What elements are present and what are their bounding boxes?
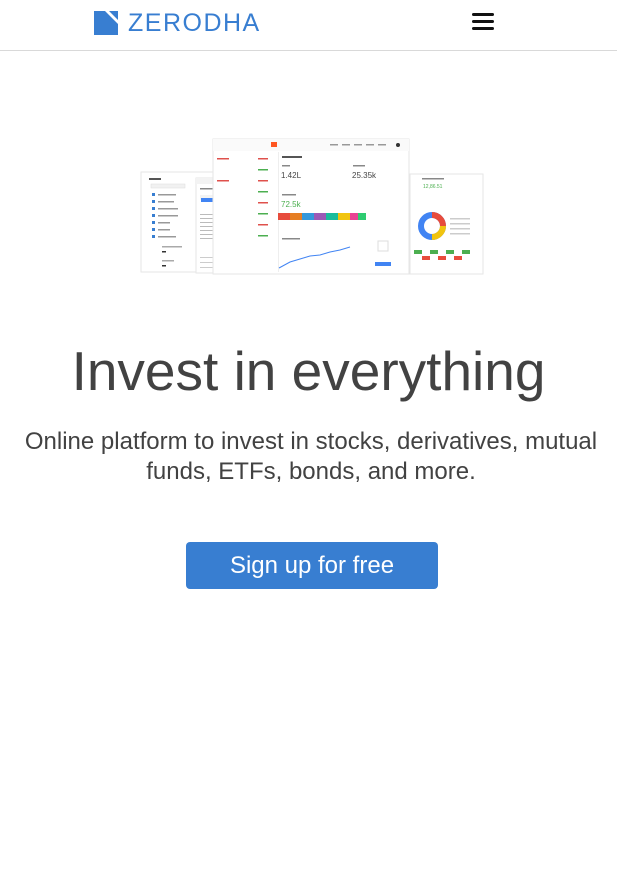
brand-logo[interactable]: ZERODHA [94,9,261,37]
zerodha-logo-icon [94,11,118,35]
hamburger-menu-icon[interactable] [472,13,494,31]
svg-text:72.5k: 72.5k [281,200,302,209]
svg-text:1.42L: 1.42L [281,171,302,180]
navbar: ZERODHA [0,0,617,51]
platform-dashboard-screenshot: 1.42L 25.35k 72.5k 12,86.51 [140,138,484,276]
svg-text:25.35k: 25.35k [352,171,377,180]
page-subtitle: Online platform to invest in stocks, der… [24,428,598,485]
brand-name: ZERODHA [128,9,261,37]
signup-button[interactable]: Sign up for free [186,542,438,589]
svg-text:12,86.51: 12,86.51 [423,184,443,190]
page-title: Invest in everything [71,340,546,402]
